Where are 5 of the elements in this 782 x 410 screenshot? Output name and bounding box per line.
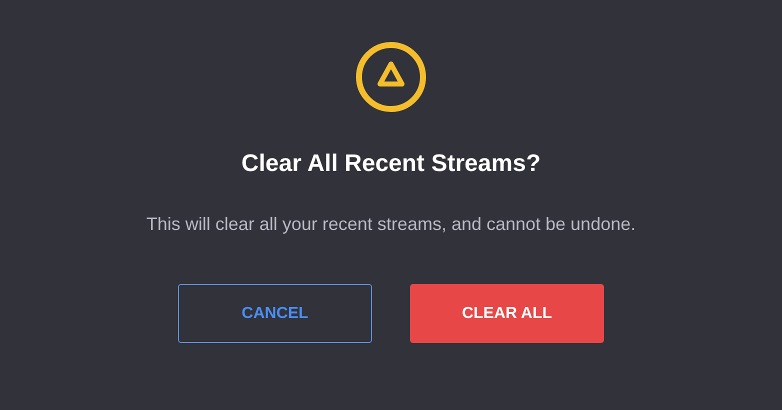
clear-all-button[interactable]: CLEAR ALL	[410, 284, 604, 343]
dialog-title: Clear All Recent Streams?	[241, 149, 541, 179]
warning-icon	[355, 41, 427, 113]
cancel-button[interactable]: CANCEL	[178, 284, 372, 343]
dialog-message: This will clear all your recent streams, and cannot be undone.	[146, 213, 636, 236]
